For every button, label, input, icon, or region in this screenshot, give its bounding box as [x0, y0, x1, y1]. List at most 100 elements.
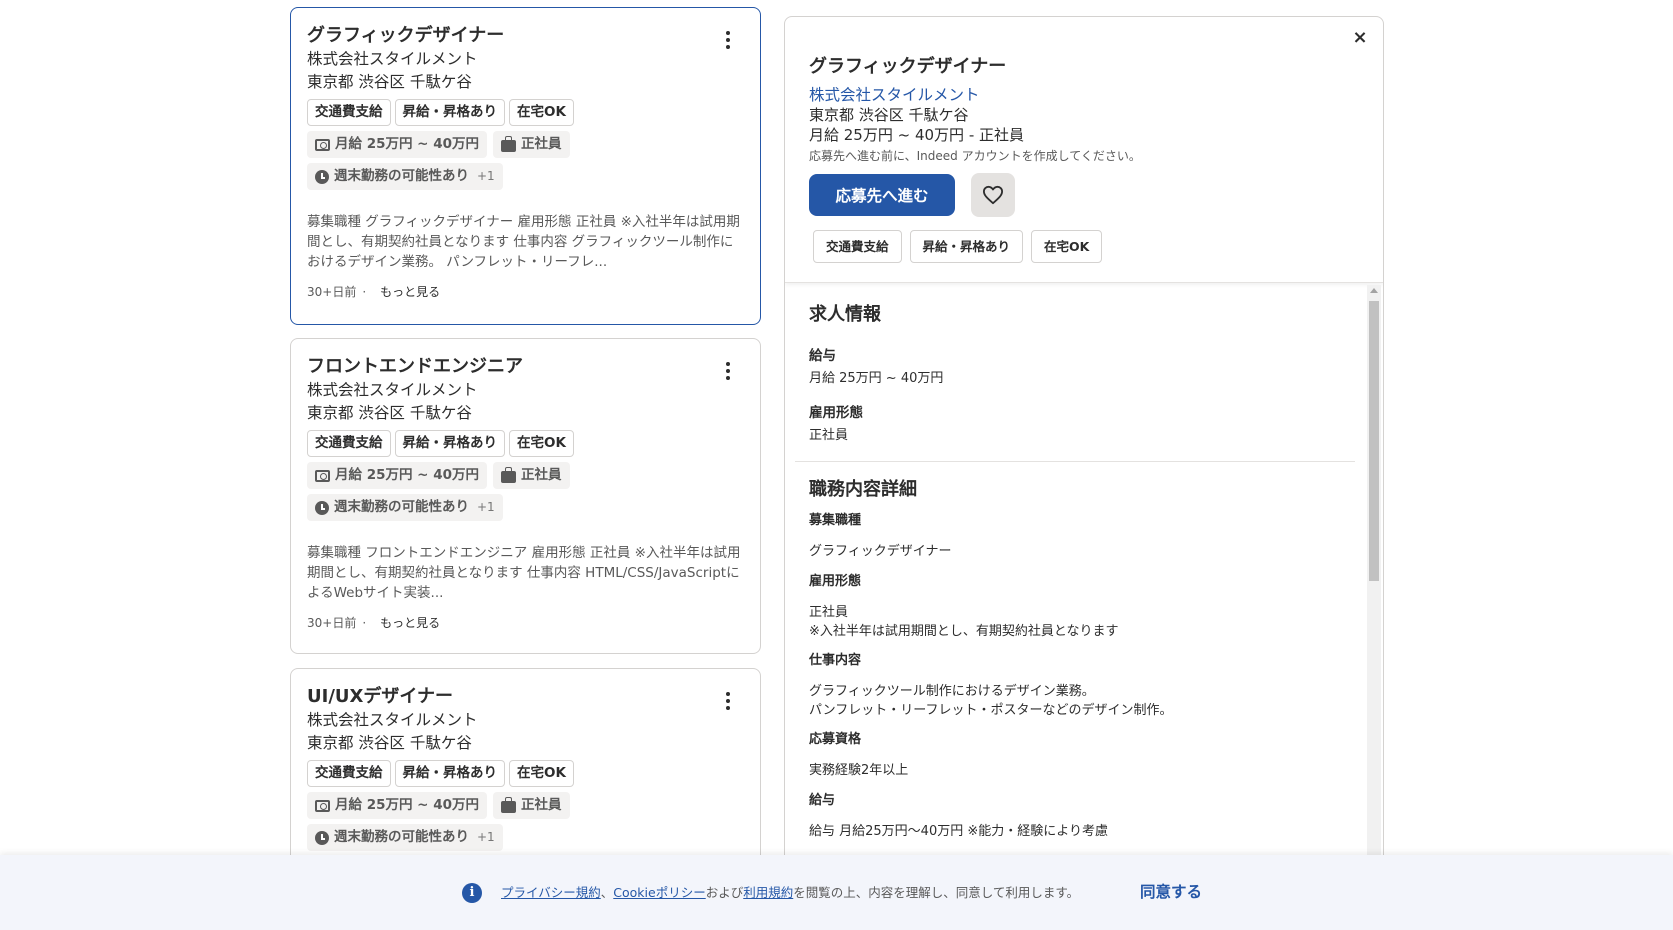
more-options-icon[interactable]: [716, 359, 740, 383]
separator-dot: ·: [362, 615, 367, 630]
salary-badge: 月給 25万円 ~ 40万円: [307, 131, 487, 158]
schedule-more-count: +1: [477, 500, 495, 514]
detail-benefit-tags: 交通費支給 昇給・昇格あり 在宅OK: [813, 230, 1359, 263]
salary-badge: 月給 25万円 ~ 40万円: [307, 462, 487, 489]
job-snippet: 募集職種 グラフィックデザイナー 雇用形態 正社員 ※入社半年は試用期間とし、有…: [307, 214, 740, 270]
salary-badge: 月給 25万円 ~ 40万円: [307, 792, 487, 819]
employment-badge: 正社員: [493, 131, 570, 158]
tag-raise: 昇給・昇格あり: [909, 230, 1024, 263]
money-icon: [315, 799, 330, 812]
salary-text: 月給 25万円 ~ 40万円: [335, 467, 479, 483]
desc-employment-label: 雇用形態: [809, 574, 862, 589]
employment-text: 正社員: [521, 467, 562, 483]
detail-scrollbar[interactable]: [1367, 285, 1381, 929]
job-card-graphic-designer[interactable]: グラフィックデザイナー 株式会社スタイルメント 東京都 渋谷区 千駄ケ谷 交通費…: [290, 7, 761, 325]
desc-work-label: 仕事内容: [809, 653, 862, 668]
desc-position-label: 募集職種: [809, 513, 862, 528]
detail-location: 東京都 渋谷区 千駄ケ谷: [809, 106, 969, 124]
schedule-more-count: +1: [477, 169, 495, 183]
salary-text: 月給 25万円 ~ 40万円: [335, 797, 479, 813]
consent-rest-text: を閲覧の上、内容を理解し、同意して利用します。: [793, 885, 1080, 900]
schedule-more-count: +1: [477, 830, 495, 844]
tag-remote: 在宅OK: [509, 760, 574, 787]
posted-date: 30+日前: [307, 285, 357, 299]
job-title[interactable]: フロントエンドエンジニア: [307, 355, 744, 379]
salary-label: 給与: [809, 348, 836, 364]
and-text: および: [705, 885, 744, 900]
desc-work-line1: グラフィックツール制作におけるデザイン業務。: [809, 684, 1095, 699]
terms-link[interactable]: 利用規約: [743, 885, 793, 900]
save-job-button[interactable]: [971, 173, 1015, 217]
scroll-thumb[interactable]: [1369, 301, 1379, 581]
desc-salary-value: 給与 月給25万円～40万円 ※能力・経験により考慮: [809, 824, 1108, 839]
schedule-badge: 週末勤務の可能性あり +1: [307, 494, 503, 521]
desc-employment-value: 正社員: [809, 605, 849, 620]
tag-remote: 在宅OK: [509, 99, 574, 126]
more-link[interactable]: もっと見る: [380, 283, 440, 300]
more-options-icon[interactable]: [716, 689, 740, 713]
section-divider: [795, 461, 1355, 462]
schedule-text: 週末勤務の可能性あり: [334, 168, 469, 184]
meta-row: 月給 25万円 ~ 40万円 正社員: [307, 131, 744, 158]
clock-icon: [315, 830, 329, 845]
clock-icon: [315, 169, 329, 184]
job-snippet: 募集職種 フロントエンドエンジニア 雇用形態 正社員 ※入社半年は試用期間とし、…: [307, 545, 741, 601]
company-name: 株式会社スタイルメント: [307, 711, 478, 729]
tag-raise: 昇給・昇格あり: [394, 760, 505, 787]
detail-company-link[interactable]: 株式会社スタイルメント: [809, 85, 980, 105]
card-footer: 30+日前 · もっと見る: [307, 283, 744, 316]
cookie-consent-bar: i プライバシー規約、Cookieポリシーおよび利用規約を閲覧の上、内容を理解し…: [0, 855, 1673, 930]
agree-button[interactable]: 同意する: [1140, 881, 1202, 903]
job-card-frontend-engineer[interactable]: フロントエンドエンジニア 株式会社スタイルメント 東京都 渋谷区 千駄ケ谷 交通…: [290, 338, 761, 654]
employment-badge: 正社員: [493, 792, 570, 819]
employment-label: 雇用形態: [809, 405, 863, 421]
briefcase-icon: [501, 796, 516, 813]
card-footer: 30+日前 · もっと見る: [307, 614, 744, 647]
schedule-text: 週末勤務の可能性あり: [334, 499, 469, 515]
job-info-heading: 求人情報: [809, 304, 881, 325]
tag-transport: 交通費支給: [307, 430, 391, 457]
cookie-consent-text: プライバシー規約、Cookieポリシーおよび利用規約を閲覧の上、内容を理解し、同…: [501, 884, 1079, 902]
benefit-tags: 交通費支給 昇給・昇格あり 在宅OK: [307, 430, 744, 457]
desc-work-line2: パンフレット・リーフレット・ポスターなどのデザイン制作。: [809, 703, 1173, 718]
separator: 、: [600, 885, 614, 900]
apply-button[interactable]: 応募先へ進む: [809, 174, 955, 216]
briefcase-icon: [501, 135, 516, 152]
clock-icon: [315, 500, 329, 515]
account-note: 応募先へ進む前に、Indeed アカウントを作成してください。: [809, 149, 1141, 163]
meta-row-schedule: 週末勤務の可能性あり +1: [307, 824, 744, 851]
desc-salary-label: 給与: [809, 793, 836, 808]
employment-text: 正社員: [521, 136, 562, 152]
job-title[interactable]: UI/UXデザイナー: [307, 685, 744, 709]
separator-dot: ·: [362, 284, 367, 299]
tag-transport: 交通費支給: [307, 760, 391, 787]
scroll-up-icon[interactable]: [1370, 288, 1378, 293]
detail-body: 求人情報 給与 月給 25万円 ~ 40万円 雇用形態 正社員 職務内容詳細 募…: [785, 285, 1365, 929]
description-heading: 職務内容詳細: [809, 479, 917, 500]
tag-transport: 交通費支給: [307, 99, 391, 126]
tag-transport: 交通費支給: [813, 230, 902, 263]
meta-row-schedule: 週末勤務の可能性あり +1: [307, 494, 744, 521]
tag-raise: 昇給・昇格あり: [394, 430, 505, 457]
desc-requirements-label: 応募資格: [809, 732, 862, 747]
cookie-policy-link[interactable]: Cookieポリシー: [613, 885, 705, 900]
job-location: 東京都 渋谷区 千駄ケ谷: [307, 73, 472, 91]
job-title[interactable]: グラフィックデザイナー: [307, 24, 744, 48]
company-name: 株式会社スタイルメント: [307, 381, 478, 399]
info-icon: i: [462, 883, 482, 903]
heart-icon: [983, 185, 1003, 205]
privacy-policy-link[interactable]: プライバシー規約: [501, 885, 601, 900]
more-link[interactable]: もっと見る: [380, 614, 440, 631]
tag-raise: 昇給・昇格あり: [394, 99, 505, 126]
tag-remote: 在宅OK: [509, 430, 574, 457]
action-row: 応募先へ進む: [809, 173, 1359, 217]
money-icon: [315, 469, 330, 482]
schedule-badge: 週末勤務の可能性あり +1: [307, 163, 503, 190]
benefit-tags: 交通費支給 昇給・昇格あり 在宅OK: [307, 99, 744, 126]
benefit-tags: 交通費支給 昇給・昇格あり 在宅OK: [307, 760, 744, 787]
meta-row: 月給 25万円 ~ 40万円 正社員: [307, 792, 744, 819]
tag-remote: 在宅OK: [1031, 230, 1103, 263]
employment-value: 正社員: [809, 428, 849, 443]
more-options-icon[interactable]: [716, 28, 740, 52]
schedule-text: 週末勤務の可能性あり: [334, 829, 469, 845]
